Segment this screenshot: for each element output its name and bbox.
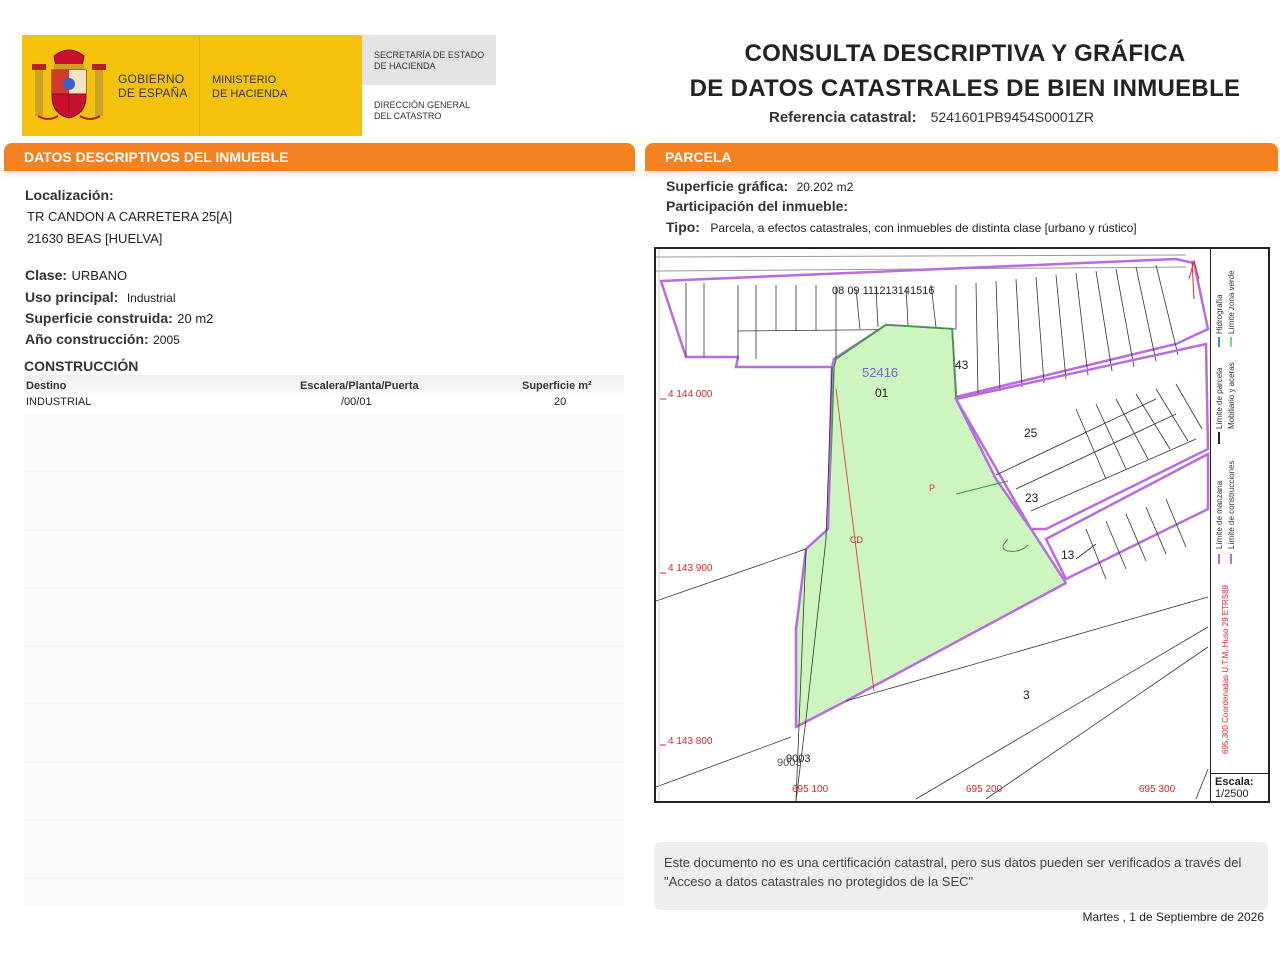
secretaria-label: SECRETARÍA DE ESTADO DE HACIENDA xyxy=(374,50,485,71)
superficie-field: Superficie construida: 20 m2 xyxy=(25,310,214,326)
address-line-2: 21630 BEAS [HUELVA] xyxy=(27,231,163,246)
direccion-general-label: DIRECCIÓN GENERAL DEL CATASTRO xyxy=(374,100,471,121)
map-label-cd: CD xyxy=(850,535,863,545)
table-cell-destino: INDUSTRIAL xyxy=(26,396,92,408)
section-bar-parcela: PARCELA xyxy=(645,143,1278,171)
clase-field: Clase: URBANO xyxy=(25,267,128,283)
coord-x-label: 695 100 xyxy=(792,784,829,795)
map-parcel-ref: 52416 xyxy=(862,365,899,380)
coord-y-label: 4 144 000 xyxy=(668,389,713,400)
legend-zona-verde-swatch xyxy=(1230,337,1232,347)
table-header-destino: Destino xyxy=(26,380,67,392)
scale-value: 1/2500 xyxy=(1215,788,1249,800)
tipo-value: Parcela, a efectos catastrales, con inmu… xyxy=(710,221,1137,235)
table-cell-escalera: /00/01 xyxy=(341,396,372,408)
table-header-superficie: Superficie m² xyxy=(522,380,592,392)
map-label-3: 3 xyxy=(1023,688,1030,702)
map-label-43: 43 xyxy=(955,358,969,372)
referencia-value: 5241601PB9454S0001ZR xyxy=(930,109,1095,125)
legend-manzana-swatch xyxy=(1218,554,1220,564)
document-date: Martes , 1 de Septiembre de 2026 xyxy=(1082,910,1264,924)
logo-divider xyxy=(199,35,200,136)
legend-limite-zona-verde: Límite zona verde xyxy=(1227,270,1236,334)
clase-value: URBANO xyxy=(71,268,128,283)
table-header-escalera: Escalera/Planta/Puerta xyxy=(300,380,419,392)
legend-limite-parcela: Límite de parcela xyxy=(1215,367,1224,429)
uso-field: Uso principal: Industrial xyxy=(25,289,176,305)
table-empty-rows xyxy=(24,415,624,905)
map-label-p: P xyxy=(929,483,936,493)
map-scale: Escala: 1/2500 xyxy=(1210,773,1268,801)
descriptive-data-panel: Localización: TR CANDON A CARRETERA 25[A… xyxy=(10,175,627,910)
parcel-area[interactable] xyxy=(795,324,1068,729)
table-cell-superficie: 20 xyxy=(554,396,567,408)
map-label-top-lots: 08 09 111213141516 xyxy=(832,285,935,297)
legend-coord-system: 695,300 Coordenadas U.T.M. Huso 29 ETRS8… xyxy=(1221,585,1230,754)
uso-value: Industrial xyxy=(126,291,176,305)
superficie-value: 20 m2 xyxy=(177,311,214,326)
superficie-grafica-value: 20.202 m2 xyxy=(796,180,854,194)
participacion-label: Participación del inmueble: xyxy=(666,198,849,214)
legend-hidrografia-swatch xyxy=(1218,337,1220,347)
coord-x-label: 695 200 xyxy=(966,784,1003,795)
map-label-01: 01 xyxy=(875,386,889,400)
address-line-1: TR CANDON A CARRETERA 25[A] xyxy=(27,209,233,224)
superficie-grafica-field: Superficie gráfica: 20.202 m2 xyxy=(666,178,854,194)
map-label-23: 23 xyxy=(1025,491,1039,505)
coord-y-label: 4 143 800 xyxy=(668,736,713,747)
legend-construcciones-swatch xyxy=(1230,554,1232,564)
legend-mobiliario-aceras: Mobiliario y aceras xyxy=(1227,362,1236,429)
localizacion-label: Localización: xyxy=(25,187,114,203)
coat-of-arms-icon xyxy=(32,49,106,120)
coord-x-label: 695 300 xyxy=(1139,784,1176,795)
anio-value: 2005 xyxy=(153,333,180,347)
map-label-9003-b: 9003 xyxy=(777,757,802,769)
tipo-field: Tipo: Parcela, a efectos catastrales, co… xyxy=(666,219,1137,235)
legend-limite-manzana: Límite de manzana xyxy=(1215,480,1224,549)
disclaimer-note: Este documento no es una certificación c… xyxy=(654,842,1268,910)
coord-y-label: 4 143 900 xyxy=(668,563,713,574)
road-line xyxy=(656,254,1187,258)
map-label-13: 13 xyxy=(1061,548,1075,562)
document-title: CONSULTA DESCRIPTIVA Y GRÁFICA DE DATOS … xyxy=(689,40,1241,102)
anio-field: Año construcción: 2005 xyxy=(25,331,180,347)
section-bar-descriptivos: DATOS DESCRIPTIVOS DEL INMUEBLE xyxy=(4,143,635,171)
ministerio-label: MINISTERIO DE HACIENDA xyxy=(212,74,288,100)
gobierno-label: GOBIERNO DE ESPAÑA xyxy=(118,72,188,100)
coord-ticks xyxy=(660,398,666,746)
map-legend: Límite de manzana Límite de parcela Lími… xyxy=(1210,249,1268,773)
cadastral-map-drawing[interactable] xyxy=(656,249,1210,801)
legend-hidrografia: Hidrografía xyxy=(1215,294,1224,334)
referencia-catastral: Referencia catastral: 5241601PB9454S0001Z… xyxy=(769,109,1095,126)
construccion-title: CONSTRUCCIÓN xyxy=(24,358,139,374)
map-label-25: 25 xyxy=(1024,426,1038,440)
legend-limite-construcciones: Límite de construcciones xyxy=(1227,460,1236,550)
frame-dashes xyxy=(658,249,660,801)
legend-parcela-swatch xyxy=(1218,432,1220,444)
